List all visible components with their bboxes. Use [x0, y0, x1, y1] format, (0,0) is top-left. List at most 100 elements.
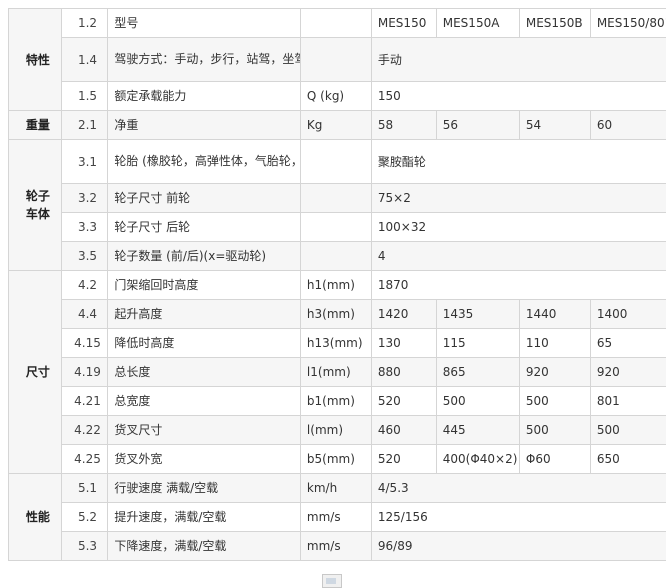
row-unit: b1(mm)	[300, 387, 371, 416]
value-cell: 880	[371, 358, 436, 387]
value-cell: 500	[590, 416, 666, 445]
row-name: 轮子数量 (前/后)(x=驱动轮)	[108, 242, 301, 271]
row-name: 净重	[108, 111, 301, 140]
table-row: 3.5 轮子数量 (前/后)(x=驱动轮) 4	[9, 242, 666, 271]
value-cell: 500	[436, 387, 519, 416]
table-row: 5.3 下降速度，满载/空载 mm/s 96/89	[9, 532, 666, 561]
row-name: 总宽度	[108, 387, 301, 416]
row-number: 1.4	[61, 38, 108, 82]
row-number: 3.3	[61, 213, 108, 242]
row-name: 降低时高度	[108, 329, 301, 358]
value-cell: 聚胺酯轮	[371, 140, 666, 184]
row-unit: mm/s	[300, 532, 371, 561]
value-cell: Φ60	[519, 445, 590, 474]
value-cell: 1440	[519, 300, 590, 329]
category-wheels: 轮子车体	[9, 140, 62, 271]
row-unit	[300, 242, 371, 271]
category-features: 特性	[9, 9, 62, 111]
table-row: 4.15 降低时高度 h13(mm) 130 115 110 65	[9, 329, 666, 358]
value-cell: 110	[519, 329, 590, 358]
row-unit: h13(mm)	[300, 329, 371, 358]
table-row: 4.19 总长度 l1(mm) 880 865 920 920	[9, 358, 666, 387]
table-row: 1.5 额定承载能力 Q (kg) 150	[9, 82, 666, 111]
table-row: 尺寸 4.2 门架缩回时高度 h1(mm) 1870	[9, 271, 666, 300]
row-unit: Kg	[300, 111, 371, 140]
row-number: 5.3	[61, 532, 108, 561]
value-cell: 1435	[436, 300, 519, 329]
category-performance: 性能	[9, 474, 62, 561]
table-row: 重量 2.1 净重 Kg 58 56 54 60	[9, 111, 666, 140]
row-unit	[300, 213, 371, 242]
image-placeholder-icon	[322, 574, 342, 588]
table-row: 4.21 总宽度 b1(mm) 520 500 500 801	[9, 387, 666, 416]
row-name: 额定承载能力	[108, 82, 301, 111]
value-cell: 125/156	[371, 503, 666, 532]
row-number: 4.25	[61, 445, 108, 474]
value-cell: 400(Φ40×2)	[436, 445, 519, 474]
row-unit	[300, 9, 371, 38]
table-row: 4.4 起升高度 h3(mm) 1420 1435 1440 1400	[9, 300, 666, 329]
table-row: 3.2 轮子尺寸 前轮 75×2	[9, 184, 666, 213]
row-name: 起升高度	[108, 300, 301, 329]
row-name: 型号	[108, 9, 301, 38]
value-cell: MES150B	[519, 9, 590, 38]
row-number: 3.2	[61, 184, 108, 213]
value-cell: 500	[519, 416, 590, 445]
value-cell: 460	[371, 416, 436, 445]
row-name: 货叉外宽	[108, 445, 301, 474]
table-row: 轮子车体 3.1 轮胎 (橡胶轮，高弹性体，气胎轮，聚胺酯轮) 聚胺酯轮	[9, 140, 666, 184]
row-unit	[300, 184, 371, 213]
row-number: 3.1	[61, 140, 108, 184]
row-number: 4.15	[61, 329, 108, 358]
value-cell: 65	[590, 329, 666, 358]
value-cell: 801	[590, 387, 666, 416]
row-unit: mm/s	[300, 503, 371, 532]
value-cell: 500	[519, 387, 590, 416]
value-cell: 520	[371, 445, 436, 474]
row-unit: Q (kg)	[300, 82, 371, 111]
value-cell: 920	[590, 358, 666, 387]
row-name: 轮子尺寸 前轮	[108, 184, 301, 213]
spec-table: 特性 1.2 型号 MES150 MES150A MES150B MES150/…	[8, 8, 666, 561]
row-name: 下降速度，满载/空载	[108, 532, 301, 561]
value-cell: 54	[519, 111, 590, 140]
row-unit	[300, 38, 371, 82]
category-wheels-label: 轮子车体	[24, 187, 52, 223]
value-cell: MES150	[371, 9, 436, 38]
row-name: 行驶速度 满载/空载	[108, 474, 301, 503]
row-number: 4.19	[61, 358, 108, 387]
value-cell: 1400	[590, 300, 666, 329]
table-row: 性能 5.1 行驶速度 满载/空载 km/h 4/5.3	[9, 474, 666, 503]
row-unit: b5(mm)	[300, 445, 371, 474]
row-name: 轮子尺寸 后轮	[108, 213, 301, 242]
value-cell: 96/89	[371, 532, 666, 561]
table-row: 1.4 驾驶方式：手动，步行，站驾，坐驾，拣选 手动	[9, 38, 666, 82]
value-cell: 445	[436, 416, 519, 445]
row-number: 1.2	[61, 9, 108, 38]
row-unit: h1(mm)	[300, 271, 371, 300]
row-number: 3.5	[61, 242, 108, 271]
value-cell: 4/5.3	[371, 474, 666, 503]
value-cell: 60	[590, 111, 666, 140]
value-cell: 1870	[371, 271, 666, 300]
value-cell: 920	[519, 358, 590, 387]
row-name: 驾驶方式：手动，步行，站驾，坐驾，拣选	[108, 38, 301, 82]
value-cell: 手动	[371, 38, 666, 82]
value-cell: 130	[371, 329, 436, 358]
value-cell: 75×2	[371, 184, 666, 213]
row-number: 5.2	[61, 503, 108, 532]
table-row: 特性 1.2 型号 MES150 MES150A MES150B MES150/…	[9, 9, 666, 38]
row-unit: km/h	[300, 474, 371, 503]
row-number: 4.4	[61, 300, 108, 329]
row-name: 轮胎 (橡胶轮，高弹性体，气胎轮，聚胺酯轮)	[108, 140, 301, 184]
row-number: 2.1	[61, 111, 108, 140]
table-row: 3.3 轮子尺寸 后轮 100×32	[9, 213, 666, 242]
row-number: 4.2	[61, 271, 108, 300]
value-cell: 520	[371, 387, 436, 416]
value-cell: MES150A	[436, 9, 519, 38]
row-number: 5.1	[61, 474, 108, 503]
row-name: 货叉尺寸	[108, 416, 301, 445]
value-cell: MES150/801	[590, 9, 666, 38]
row-unit: l(mm)	[300, 416, 371, 445]
value-cell: 4	[371, 242, 666, 271]
